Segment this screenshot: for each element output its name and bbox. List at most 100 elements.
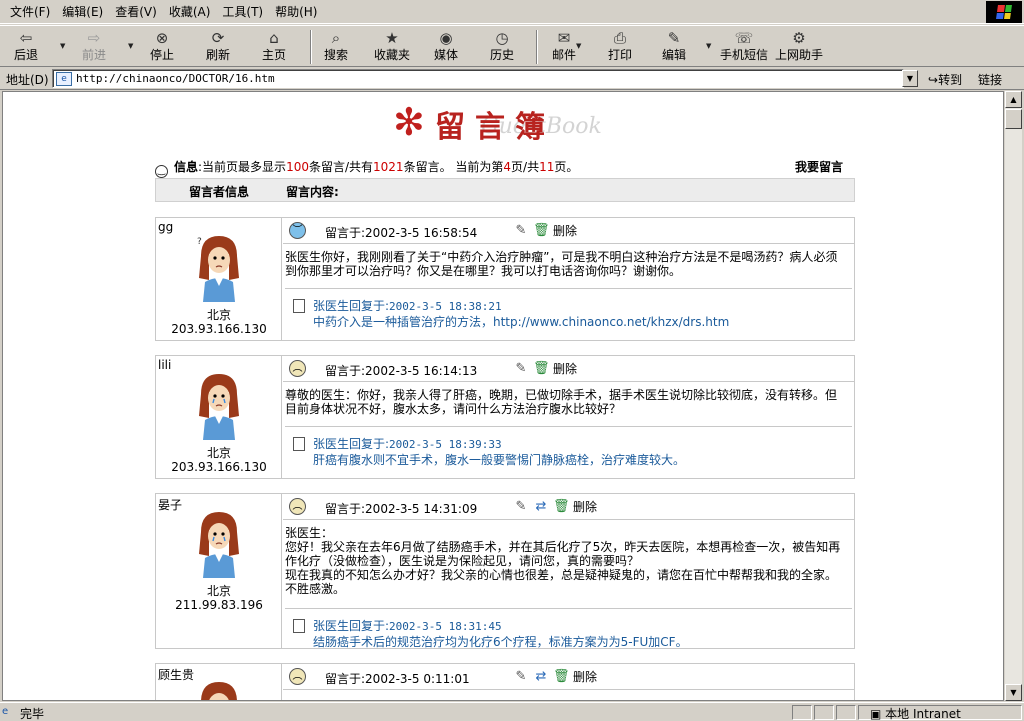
trash-icon[interactable]: 🗑 <box>533 223 550 239</box>
page-content: ✻ GuestBook 留言簿 ‿ 信息:当前页最多显示100条留言/共有1021… <box>2 91 1004 701</box>
scroll-thumb[interactable] <box>1005 109 1022 129</box>
windows-logo-icon <box>986 1 1022 23</box>
reply-header: 张医生回复于:2002-3-5 18:39:33 <box>313 435 502 452</box>
address-dropdown-icon[interactable]: ▼ <box>902 70 918 87</box>
links-button[interactable]: 链接 <box>978 71 1002 88</box>
info-text: :当前页最多显示 <box>198 160 287 174</box>
user-info-cell: gg ? 北京 203.93.166.130 <box>156 218 282 340</box>
reply-arrows-icon[interactable]: ⇄ <box>533 499 549 515</box>
guestbook-entry: 晏子 北京 211.99.83.196 ︵ 留言于:2002-3-5 14:31… <box>155 493 855 649</box>
stop-button[interactable]: ⊗ 停止 <box>150 28 174 66</box>
reply-time: 2002-3-5 18:38:21 <box>389 300 502 313</box>
mail-dropdown-icon[interactable]: ▼ <box>576 42 581 50</box>
menu-tools[interactable]: 工具(T) <box>216 1 269 23</box>
vertical-scrollbar[interactable]: ▲ ▼ <box>1005 91 1022 701</box>
reply-arrows-icon[interactable]: ⇄ <box>533 669 549 685</box>
history-label: 历史 <box>490 48 515 62</box>
refresh-icon: ⟳ <box>211 29 225 47</box>
edit-dropdown-icon[interactable]: ▼ <box>706 42 711 50</box>
mail-button[interactable]: ✉ 邮件 <box>552 28 576 66</box>
leave-message-link[interactable]: 我要留言 <box>795 158 843 175</box>
refresh-label: 刷新 <box>206 48 231 62</box>
reply-label: 张医生回复于: <box>313 437 390 451</box>
back-button[interactable]: ⇦ 后退 <box>14 28 38 66</box>
forward-button[interactable]: ⇨ 前进 <box>82 28 106 66</box>
menu-edit[interactable]: 编辑(E) <box>56 1 109 23</box>
avatar-woman-thinking: ? <box>197 236 239 302</box>
goto-button[interactable]: ↪转到 <box>928 71 962 88</box>
mail-label: 邮件 <box>552 48 577 62</box>
address-url[interactable]: http://chinaonco/DOCTOR/16.htm <box>76 72 275 85</box>
user-info-cell: lili 北京 203.93.166.130 <box>156 356 282 478</box>
home-label: 主页 <box>262 48 287 62</box>
info-text: 条留言/共有 <box>308 160 374 174</box>
delete-link[interactable]: 删除 <box>573 668 597 685</box>
scroll-down-icon[interactable]: ▼ <box>1005 684 1022 701</box>
address-bar: 地址(D) e http://chinaonco/DOCTOR/16.htm ▼… <box>0 68 1024 90</box>
trash-icon[interactable]: 🗑 <box>533 361 550 377</box>
trash-icon[interactable]: 🗑 <box>553 499 570 515</box>
post-time: 留言于:2002-3-5 0:11:01 <box>325 672 470 686</box>
message-tools: ✎ ⇄ 🗑 删除 <box>513 498 597 515</box>
guestbook-entry: 顾生贵 ︵ 留言于:2002-3-5 0:11:01 ✎ ⇄ 🗑 删除 <box>155 663 855 700</box>
toolbar-separator <box>310 30 312 64</box>
menu-file[interactable]: 文件(F) <box>4 1 56 23</box>
user-location: 北京 <box>206 446 231 460</box>
reply-text: 结肠癌手术后的规范治疗均为化疗6个疗程，标准方案为为5-FU加CF。 <box>313 635 688 649</box>
edit-pencil-icon[interactable]: ✎ <box>513 499 529 515</box>
edit-pencil-icon[interactable]: ✎ <box>513 361 529 377</box>
edit-pencil-icon[interactable]: ✎ <box>513 223 529 239</box>
favorites-label: 收藏夹 <box>374 48 411 62</box>
delete-link[interactable]: 删除 <box>573 498 597 515</box>
banner-title: 留言簿 <box>435 110 555 145</box>
delete-link[interactable]: 删除 <box>553 222 577 239</box>
edit-button[interactable]: ✎ 编辑 <box>662 28 686 66</box>
goto-label: 转到 <box>938 73 963 87</box>
user-ip: 211.99.83.196 <box>175 598 263 612</box>
message-line: 现在我真的不知怎么办才好？我父亲的心情也很差，总是疑神疑鬼的，请您在百忙中帮帮我… <box>285 568 838 582</box>
back-dropdown-icon[interactable]: ▼ <box>60 42 65 50</box>
message-meta: ︵ 留言于:2002-3-5 0:11:01 ✎ ⇄ 🗑 删除 <box>283 664 854 690</box>
home-button[interactable]: ⌂ 主页 <box>262 28 286 66</box>
back-label: 后退 <box>14 48 39 62</box>
edit-pencil-icon[interactable]: ✎ <box>513 669 529 685</box>
info-text: 页。 <box>554 160 579 174</box>
smile-icon: ‿ <box>155 165 168 178</box>
reply-header: 张医生回复于:2002-3-5 18:38:21 <box>313 297 502 314</box>
message-text: 张医生你好，我刚刚看了关于“中药介入治疗肿瘤”，可是我不明白这种治疗方法是不是喝… <box>285 250 838 278</box>
menu-favorites[interactable]: 收藏(A) <box>163 1 217 23</box>
info-total-pages: 11 <box>539 160 555 174</box>
document-icon <box>293 299 305 313</box>
security-zone: ▣ 本地 Intranet <box>870 705 961 721</box>
scroll-up-icon[interactable]: ▲ <box>1005 91 1022 108</box>
col-user-header: 留言者信息 <box>188 185 249 199</box>
history-button[interactable]: ◷ 历史 <box>490 28 514 66</box>
edit-label: 编辑 <box>662 48 687 62</box>
sad-face-icon: ︵ <box>289 498 306 515</box>
print-button[interactable]: ⎙ 打印 <box>608 28 632 66</box>
message-text: 尊敬的医生：你好，我亲人得了肝癌，晚期，已做切除手术，据手术医生说切除比较彻底，… <box>285 388 838 416</box>
stop-icon: ⊗ <box>155 29 169 47</box>
forward-dropdown-icon[interactable]: ▼ <box>128 42 133 50</box>
trash-icon[interactable]: 🗑 <box>553 669 570 685</box>
sms-button[interactable]: ☏ 手机短信 <box>720 28 768 66</box>
delete-link[interactable]: 删除 <box>553 360 577 377</box>
message-line: 张医生： <box>285 526 334 540</box>
info-text: 条留言。 当前为第 <box>403 160 504 174</box>
menu-view[interactable]: 查看(V) <box>109 1 163 23</box>
search-button[interactable]: ⌕ 搜索 <box>324 28 348 66</box>
helper-button[interactable]: ⚙ 上网助手 <box>775 28 823 66</box>
address-input[interactable]: e http://chinaonco/DOCTOR/16.htm <box>52 69 904 88</box>
menu-help[interactable]: 帮助(H) <box>269 1 323 23</box>
refresh-button[interactable]: ⟳ 刷新 <box>206 28 230 66</box>
post-time: 留言于:2002-3-5 16:58:54 <box>325 226 478 240</box>
avatar-woman <box>201 682 237 700</box>
favorites-button[interactable]: ★ 收藏夹 <box>374 28 410 66</box>
print-label: 打印 <box>608 48 633 62</box>
media-button[interactable]: ◉ 媒体 <box>434 28 458 66</box>
message-cell: ︵ 留言于:2002-3-5 0:11:01 ✎ ⇄ 🗑 删除 <box>283 664 854 700</box>
favorites-icon: ★ <box>385 29 399 47</box>
message-tools: ✎ 🗑 删除 <box>513 222 577 239</box>
info-max: 100 <box>286 160 309 174</box>
table-header: 留言者信息 留言内容: <box>155 178 855 202</box>
